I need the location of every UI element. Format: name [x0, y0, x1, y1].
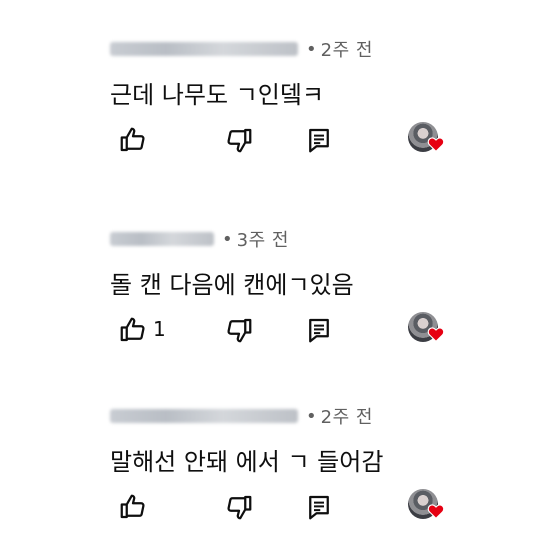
meta-separator: • [222, 228, 233, 250]
like-count: 1 [153, 317, 166, 341]
blurred-username[interactable] [110, 42, 298, 56]
comment-time: 2주 전 [320, 40, 373, 61]
comment-text: 근데 나무도 ㄱ인뎈ㅋ [110, 81, 324, 109]
thumb-up-icon [118, 315, 148, 345]
dislike-button[interactable] [224, 492, 254, 522]
reply-button[interactable] [304, 125, 334, 155]
reply-icon [304, 315, 334, 345]
creator-heart [408, 312, 446, 350]
meta-separator: • [306, 38, 317, 60]
meta-separator: • [306, 405, 317, 427]
thumb-up-icon [118, 125, 148, 155]
comment-actions: 1 [0, 312, 560, 355]
comment-meta: • 3주 전 [110, 227, 289, 251]
comment-meta: • 2주 전 [110, 404, 373, 428]
heart-icon [427, 326, 445, 342]
creator-heart [408, 489, 446, 527]
blurred-username[interactable] [110, 232, 214, 246]
dislike-button[interactable] [224, 315, 254, 345]
like-button[interactable] [118, 315, 148, 345]
thumb-down-icon [224, 492, 254, 522]
comment-actions [0, 489, 560, 532]
reply-button[interactable] [304, 315, 334, 345]
comment-text: 말해선 안돼 에서 ㄱ 들어감 [110, 448, 384, 476]
like-button[interactable] [118, 125, 148, 155]
comment-meta: • 2주 전 [110, 37, 373, 61]
comment-actions [0, 122, 560, 165]
comment-text: 돌 캔 다음에 캔에ㄱ있음 [110, 271, 354, 299]
reply-button[interactable] [304, 492, 334, 522]
dislike-button[interactable] [224, 125, 254, 155]
thumb-down-icon [224, 125, 254, 155]
blurred-username[interactable] [110, 409, 298, 423]
heart-icon [427, 503, 445, 519]
reply-icon [304, 125, 334, 155]
comment-time: 3주 전 [236, 230, 289, 251]
reply-icon [304, 492, 334, 522]
heart-icon [427, 136, 445, 152]
creator-heart [408, 122, 446, 160]
thumb-up-icon [118, 492, 148, 522]
comment-time: 2주 전 [320, 407, 373, 428]
thumb-down-icon [224, 315, 254, 345]
like-button[interactable] [118, 492, 148, 522]
